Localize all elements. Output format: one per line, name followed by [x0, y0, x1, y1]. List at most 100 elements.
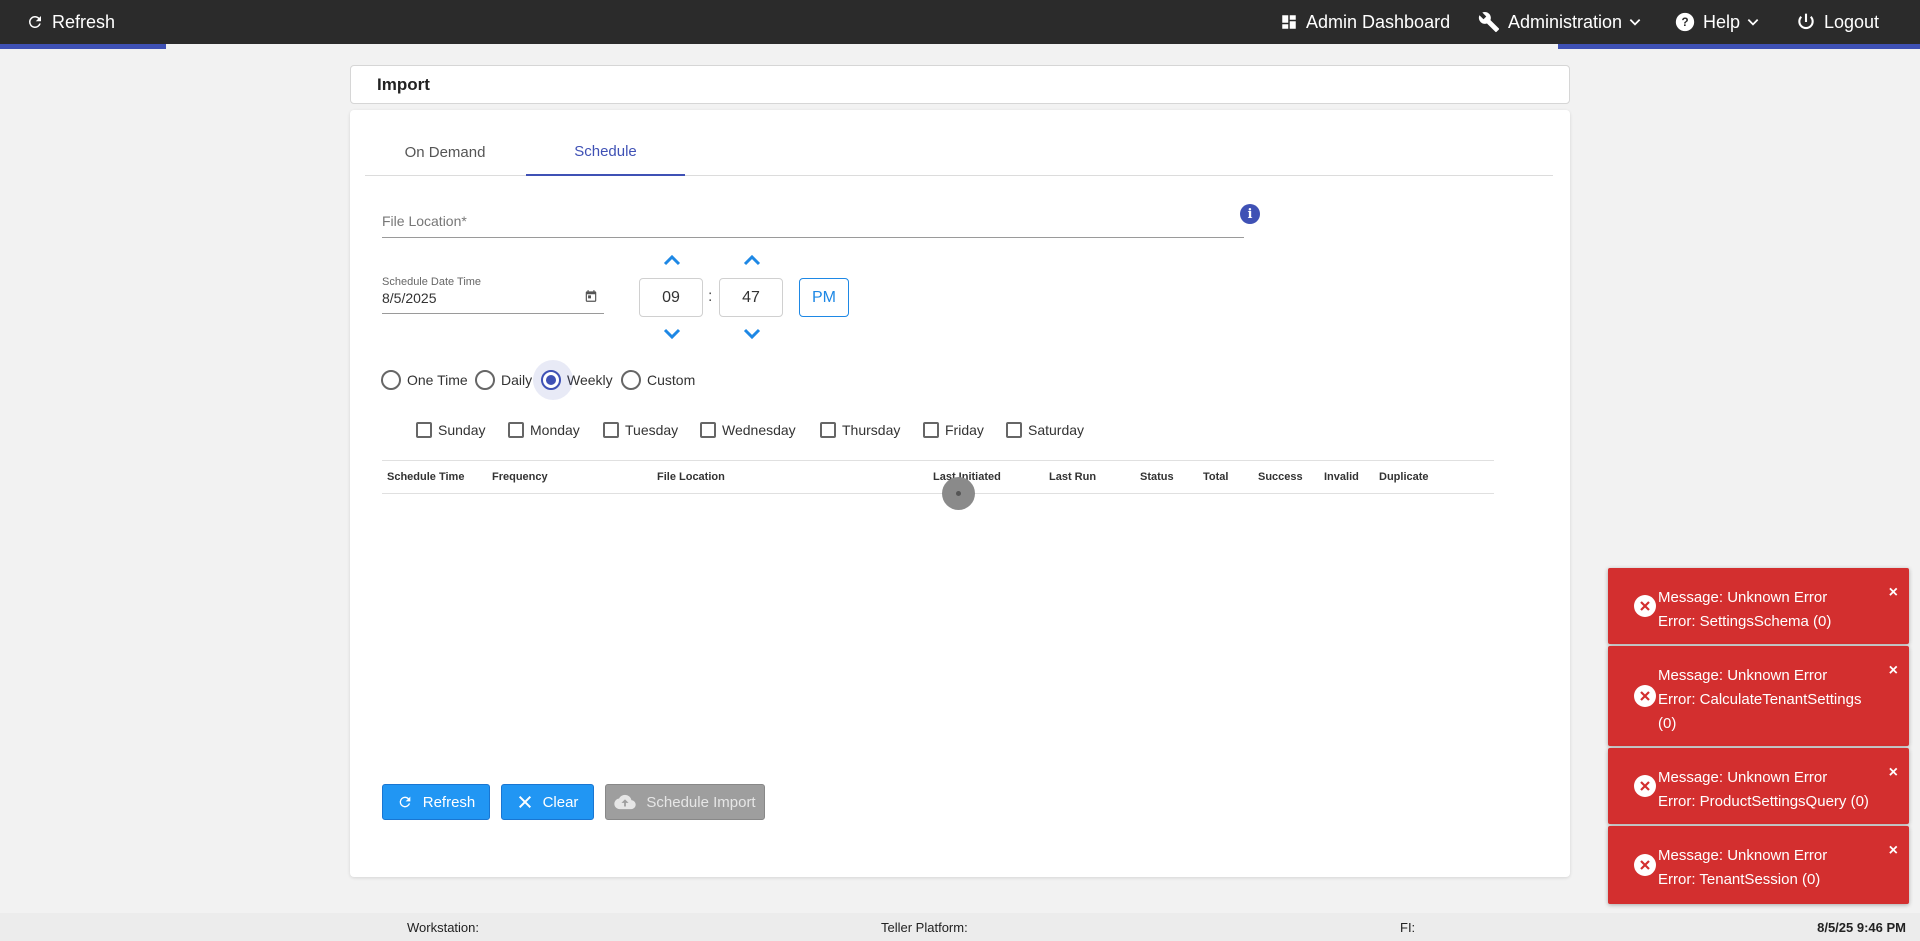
- admin-dashboard-link[interactable]: Admin Dashboard: [1280, 0, 1450, 44]
- help-menu[interactable]: ? Help: [1675, 0, 1760, 44]
- toast-line: Error: ProductSettingsQuery (0): [1658, 793, 1869, 810]
- fi-label: FI:: [1400, 920, 1416, 935]
- schedule-date-field[interactable]: Schedule Date Time 8/5/2025: [382, 272, 604, 314]
- error-toast: Message: Unknown Error Error: ProductSet…: [1608, 748, 1909, 824]
- toast-line: Error: TenantSession (0): [1658, 871, 1821, 888]
- help-icon: ?: [1675, 12, 1695, 32]
- toast-line: Message: Unknown Error: [1658, 847, 1828, 864]
- toast-close-button[interactable]: ×: [1889, 584, 1898, 602]
- radio-label: Weekly: [567, 372, 613, 388]
- tab-schedule[interactable]: Schedule: [526, 129, 685, 176]
- column-header[interactable]: Success: [1258, 471, 1303, 483]
- hour-down-icon[interactable]: [663, 328, 681, 340]
- wrench-icon: [1478, 12, 1500, 33]
- file-location-field[interactable]: File Location*: [382, 202, 1244, 238]
- checkbox-sunday[interactable]: Sunday: [416, 420, 485, 440]
- calendar-icon[interactable]: [584, 289, 598, 303]
- hour-field[interactable]: 09: [639, 278, 703, 317]
- radio-one-time[interactable]: One Time: [381, 365, 468, 395]
- checkbox-box: [1006, 422, 1022, 438]
- cloud-upload-icon: [614, 794, 637, 810]
- toast-close-button[interactable]: ×: [1889, 662, 1898, 680]
- chevron-down-icon: [1629, 19, 1641, 26]
- schedule-import-label: Schedule Import: [646, 793, 756, 811]
- schedule-date-label: Schedule Date Time: [382, 276, 482, 288]
- toast-close-button[interactable]: ×: [1889, 842, 1898, 860]
- radio-circle: [621, 370, 641, 390]
- radio-label: Custom: [647, 372, 696, 388]
- schedule-card: On Demand Schedule File Location* i Sche…: [350, 110, 1570, 877]
- checkbox-box: [820, 422, 836, 438]
- radio-circle: [475, 370, 495, 390]
- column-header[interactable]: Invalid: [1324, 471, 1359, 483]
- checkbox-label: Friday: [945, 422, 984, 438]
- hour-up-icon[interactable]: [663, 254, 681, 266]
- radio-custom[interactable]: Custom: [621, 365, 695, 395]
- toast-line: Error: CalculateTenantSettings (0): [1658, 691, 1862, 732]
- radio-weekly[interactable]: Weekly: [533, 360, 613, 400]
- schedule-import-button[interactable]: Schedule Import: [605, 784, 765, 820]
- radio-label: One Time: [407, 372, 468, 388]
- navbar-accent-right: [1558, 44, 1920, 49]
- error-icon: [1634, 595, 1656, 617]
- column-header[interactable]: Duplicate: [1379, 471, 1429, 483]
- checkbox-label: Saturday: [1028, 422, 1085, 438]
- error-toast: Message: Unknown Error Error: TenantSess…: [1608, 826, 1909, 904]
- column-header[interactable]: Status: [1140, 471, 1174, 483]
- column-header[interactable]: Frequency: [492, 471, 548, 483]
- clear-button[interactable]: Clear: [501, 784, 594, 820]
- column-header[interactable]: Last Run: [1049, 471, 1096, 483]
- checkbox-box: [508, 422, 524, 438]
- checkbox-label: Tuesday: [625, 422, 679, 438]
- svg-text:?: ?: [1681, 16, 1688, 29]
- minute-up-icon[interactable]: [743, 254, 761, 266]
- clear-button-label: Clear: [542, 793, 579, 811]
- toast-line: Error: SettingsSchema (0): [1658, 613, 1832, 630]
- time-separator: :: [708, 288, 713, 305]
- workstation-label: Workstation:: [407, 920, 480, 935]
- minute-down-icon[interactable]: [743, 328, 761, 340]
- tab-bar: On Demand Schedule: [365, 129, 1553, 176]
- checkbox-box: [700, 422, 716, 438]
- info-icon[interactable]: i: [1240, 204, 1260, 224]
- toast-message: Message: Unknown Error Error: ProductSet…: [1658, 766, 1878, 814]
- refresh-icon: [28, 15, 41, 28]
- checkbox-friday[interactable]: Friday: [923, 420, 984, 440]
- status-datetime: 8/5/25 9:46 PM: [1817, 920, 1906, 935]
- error-icon: [1634, 685, 1656, 707]
- toast-message: Message: Unknown Error Error: TenantSess…: [1658, 844, 1878, 892]
- refresh-button[interactable]: Refresh: [382, 784, 490, 820]
- administration-menu[interactable]: Administration: [1478, 0, 1642, 44]
- tab-on-demand[interactable]: On Demand: [365, 129, 525, 176]
- error-toast: Message: Unknown Error Error: SettingsSc…: [1608, 568, 1909, 644]
- chevron-down-icon: [1747, 19, 1759, 26]
- column-header[interactable]: Total: [1203, 471, 1228, 483]
- radio-daily[interactable]: Daily: [475, 365, 532, 395]
- checkbox-thursday[interactable]: Thursday: [820, 420, 900, 440]
- refresh-nav-label: Refresh: [52, 11, 116, 32]
- checkbox-box: [923, 422, 939, 438]
- refresh-nav-button[interactable]: Refresh: [26, 0, 115, 44]
- checkbox-saturday[interactable]: Saturday: [1006, 420, 1084, 440]
- checkbox-monday[interactable]: Monday: [508, 420, 580, 440]
- checkbox-box: [603, 422, 619, 438]
- minute-field[interactable]: 47: [719, 278, 783, 317]
- dashboard-icon: [1282, 15, 1296, 29]
- file-location-input[interactable]: [382, 202, 1244, 237]
- checkbox-label: Sunday: [438, 422, 486, 438]
- ampm-toggle[interactable]: PM: [799, 278, 849, 317]
- navbar-accent-left: [0, 44, 166, 49]
- toast-line: Message: Unknown Error: [1658, 589, 1828, 606]
- toast-close-button[interactable]: ×: [1889, 764, 1898, 782]
- logout-button[interactable]: Logout: [1796, 0, 1879, 44]
- schedule-date-value: 8/5/2025: [382, 290, 437, 306]
- checkbox-wednesday[interactable]: Wednesday: [700, 420, 796, 440]
- page-title: Import: [350, 65, 1570, 104]
- power-icon: [1798, 13, 1814, 30]
- administration-label: Administration: [1508, 11, 1623, 32]
- checkbox-label: Wednesday: [722, 422, 796, 438]
- checkbox-tuesday[interactable]: Tuesday: [603, 420, 678, 440]
- column-header[interactable]: File Location: [657, 471, 725, 483]
- refresh-button-label: Refresh: [422, 793, 476, 811]
- column-header[interactable]: Schedule Time: [387, 471, 464, 483]
